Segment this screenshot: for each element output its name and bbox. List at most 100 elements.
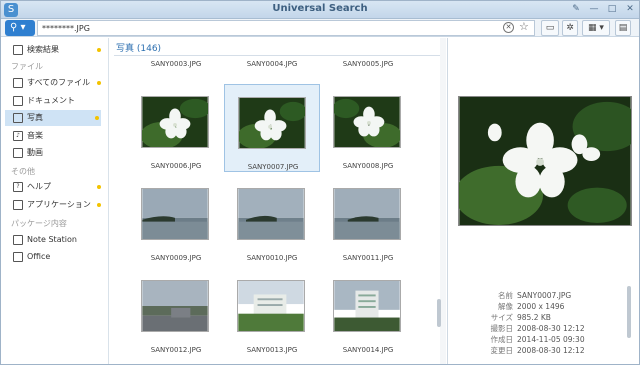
new-indicator-dot — [97, 81, 101, 85]
grid-view-icon: ▦ ▾ — [588, 23, 604, 33]
thumbnail-item[interactable]: SANY0008.JPG — [320, 84, 416, 172]
preview-scrollbar-thumb[interactable] — [627, 286, 631, 338]
magnifier-icon: ⚲ ▾ — [10, 22, 26, 33]
photo-icon — [13, 113, 23, 123]
sidebar-item-label: ヘルプ — [27, 182, 51, 191]
settings-button[interactable]: ✲ — [562, 20, 578, 36]
title-bar: S Universal Search ✎ — □ ✕ — [1, 1, 639, 19]
file-name: SANY0011.JPG — [342, 254, 394, 262]
panel-icon: ▤ — [618, 23, 628, 33]
file-name: SANY0007.JPG — [247, 163, 299, 171]
file-metadata: 名前 SANY0007.JPG 解像 2000 x 1496 サイズ 985.2 KB… — [458, 290, 628, 356]
sidebar-item-all-files[interactable]: すべてのファイル — [7, 75, 103, 91]
metadata-row: 解像 2000 x 1496 — [498, 302, 565, 311]
file-name: SANY0003.JPG — [150, 60, 202, 68]
view-mode-button[interactable]: ▦ ▾ — [582, 20, 610, 36]
sidebar-item-label: 写真 — [27, 113, 43, 122]
sidebar-item-documents[interactable]: ドキュメント — [7, 93, 103, 109]
open-folder-button[interactable]: ▭ — [541, 20, 559, 36]
files-icon — [13, 78, 23, 88]
folder-icon: ▭ — [545, 23, 555, 33]
thumbnail-item[interactable]: SANY0003.JPG — [128, 56, 224, 68]
building-photo-thumbnail — [237, 280, 305, 332]
thumbnail-item[interactable]: SANY0009.JPG — [128, 176, 224, 264]
sidebar-item-label: 音楽 — [27, 131, 43, 140]
thumbnail-item[interactable]: SANY0012.JPG — [128, 268, 224, 356]
preview-panel: 名前 SANY0007.JPG 解像 2000 x 1496 サイズ 985.2 KB… — [447, 38, 639, 364]
street-photo-thumbnail — [141, 280, 209, 332]
thumbnail-item[interactable]: SANY0014.JPG — [320, 268, 416, 356]
thumbnail-item[interactable]: SANY0011.JPG — [320, 176, 416, 264]
document-icon — [13, 96, 23, 106]
sidebar-item-applications[interactable]: アプリケーション — [7, 197, 103, 213]
file-name: SANY0006.JPG — [150, 162, 202, 170]
video-icon — [13, 148, 23, 158]
metadata-row: 作成日 2014-11-05 09:30 — [490, 335, 585, 344]
metadata-row: 撮影日 2008-08-30 12:12 — [490, 324, 585, 333]
sidebar-item-label: ドキュメント — [27, 96, 75, 105]
file-name: SANY0010.JPG — [246, 254, 298, 262]
flower-photo-thumbnail — [141, 96, 209, 148]
window-title: Universal Search — [272, 3, 368, 14]
sidebar-item-label: Note Station — [27, 235, 77, 244]
minimize-icon[interactable]: — — [589, 4, 599, 14]
file-name: SANY0012.JPG — [150, 346, 202, 354]
new-indicator-dot — [95, 116, 99, 120]
sidebar-item-help[interactable]: ? ヘルプ — [7, 179, 103, 195]
thumbnail-item[interactable]: SANY0013.JPG — [224, 268, 320, 356]
results-panel: 写真 (146) SANY0003.JPG SANY0004.JPG SANY0… — [110, 38, 446, 364]
sidebar-section-packages: パッケージ内容 — [11, 219, 67, 228]
new-indicator-dot — [97, 48, 101, 52]
results-header: 写真 (146) — [116, 44, 162, 54]
sidebar-item-videos[interactable]: 動画 — [7, 145, 103, 161]
help-icon: ? — [13, 182, 23, 192]
sidebar-item-music[interactable]: ♪ 音楽 — [7, 128, 103, 144]
favorite-star-icon[interactable]: ☆ — [519, 20, 529, 33]
sidebar-item-label: アプリケーション — [27, 200, 91, 209]
apps-icon — [13, 200, 23, 210]
thumbnail-item[interactable]: SANY0005.JPG — [320, 56, 416, 68]
metadata-row: サイズ 985.2 KB — [490, 313, 551, 322]
file-name: SANY0013.JPG — [246, 346, 298, 354]
sidebar-section-other: その他 — [11, 167, 35, 176]
results-scrollbar-thumb[interactable] — [437, 299, 441, 327]
thumbnail-item[interactable]: SANY0006.JPG — [128, 84, 224, 172]
metadata-row: 変更日 2008-08-30 12:12 — [490, 346, 585, 355]
file-name: SANY0014.JPG — [342, 346, 394, 354]
sidebar: 検索結果 ファイル すべてのファイル ドキュメント 写真 ♪ 音楽 動画 その他 — [1, 38, 109, 364]
search-button[interactable]: ⚲ ▾ — [5, 20, 35, 36]
sidebar-item-search-results[interactable]: 検索結果 — [7, 42, 103, 58]
note-icon — [13, 235, 23, 245]
sidebar-item-label: Office — [27, 252, 51, 261]
new-indicator-dot — [97, 185, 101, 189]
file-name: SANY0005.JPG — [342, 60, 394, 68]
file-name: SANY0008.JPG — [342, 162, 394, 170]
metadata-row: 名前 SANY0007.JPG — [498, 291, 572, 300]
music-icon: ♪ — [13, 131, 23, 141]
seascape-photo-thumbnail — [333, 188, 401, 240]
flower-photo-thumbnail — [333, 96, 401, 148]
flower-photo-thumbnail — [238, 97, 306, 149]
thumbnail-item[interactable]: SANY0010.JPG — [224, 176, 320, 264]
thumbnail-grid: SANY0003.JPG SANY0004.JPG SANY0005.JPG S… — [110, 56, 446, 362]
thumbnail-item[interactable]: SANY0004.JPG — [224, 56, 320, 68]
monitor-icon — [13, 45, 23, 55]
thumbnail-item-selected[interactable]: SANY0007.JPG — [224, 84, 320, 172]
sidebar-item-photos[interactable]: 写真 — [5, 110, 101, 126]
sidebar-section-files: ファイル — [11, 62, 43, 71]
close-icon[interactable]: ✕ — [625, 4, 635, 14]
preview-toggle-button[interactable]: ▤ — [615, 20, 631, 36]
pin-icon[interactable]: ✎ — [571, 4, 581, 14]
sidebar-item-office[interactable]: Office — [7, 249, 103, 265]
seascape-photo-thumbnail — [237, 188, 305, 240]
search-input[interactable] — [37, 20, 535, 36]
preview-image — [458, 96, 632, 226]
gear-icon: ✲ — [566, 23, 574, 33]
file-name: SANY0004.JPG — [246, 60, 298, 68]
clear-icon[interactable]: ✕ — [503, 22, 514, 33]
maximize-icon[interactable]: □ — [607, 4, 617, 14]
sidebar-item-label: 動画 — [27, 148, 43, 157]
toolbar: ⚲ ▾ ✕ ☆ ▭ ✲ ▦ ▾ ▤ — [1, 19, 639, 37]
sidebar-item-note-station[interactable]: Note Station — [7, 232, 103, 248]
universal-search-window: S Universal Search ✎ — □ ✕ ⚲ ▾ ✕ ☆ ▭ ✲ ▦… — [0, 0, 640, 365]
